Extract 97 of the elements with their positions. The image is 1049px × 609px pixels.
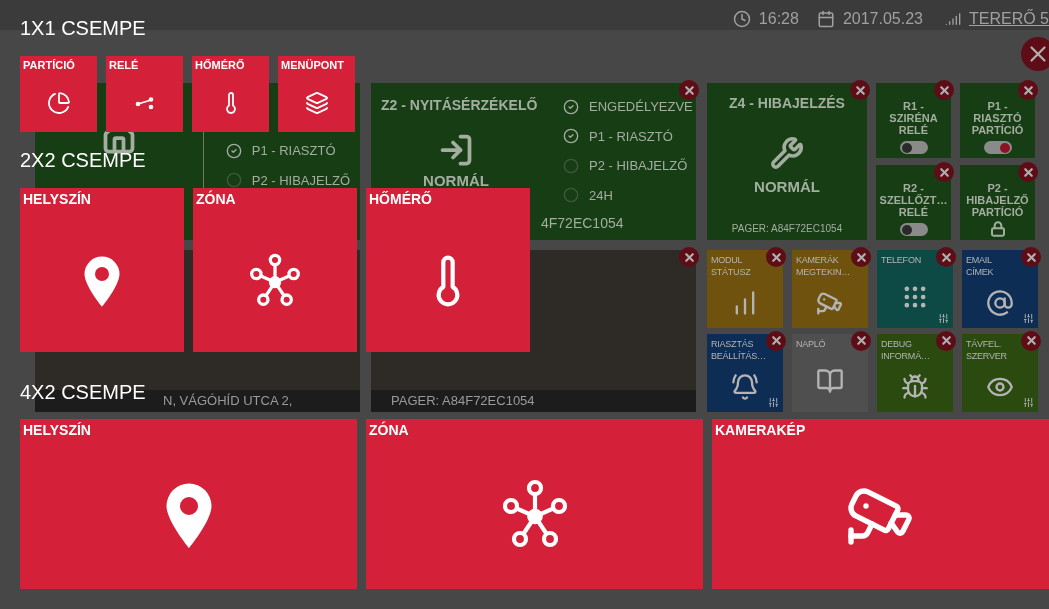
close-button[interactable]: [1021, 37, 1049, 71]
close-icon: [1024, 334, 1038, 347]
remove-button[interactable]: [851, 247, 871, 267]
menu-tile[interactable]: NAPLÓ: [792, 333, 868, 412]
at-sign-icon: [986, 289, 1014, 317]
menu-tile[interactable]: TÁVFEL. SZERVER: [962, 333, 1038, 412]
camera-caption: N, VÁGÓHÍD UTCA 2,: [163, 392, 293, 411]
flag-label: ENGEDÉLYEZVE: [589, 98, 693, 116]
remove-button[interactable]: [934, 80, 954, 100]
close-icon: [853, 83, 867, 97]
camera-caption: PAGER: A84F72EC1054: [391, 392, 535, 411]
menu-tile[interactable]: EMAIL CÍMEK: [962, 250, 1038, 328]
menu-tile[interactable]: RIASZTÁS BEÁLLÍTÁS…: [707, 333, 783, 412]
close-icon: [1021, 83, 1035, 97]
pager-id: PAGER: A84F72EC1054: [731, 222, 843, 236]
flag-label: P2 - HIBAJELZŐ: [251, 171, 350, 190]
close-icon: [939, 250, 953, 264]
remove-button[interactable]: [679, 247, 699, 267]
network-icon: [247, 253, 303, 309]
control-title: R1 - SZIRÉNA RELÉ: [888, 100, 939, 137]
clock-icon: [732, 10, 751, 28]
section-heading: 4X2 CSEMPE: [20, 380, 146, 404]
zone-title: Z4 - HIBAJELZÉS: [729, 94, 845, 113]
close-icon: [937, 165, 951, 179]
close-icon: [682, 83, 696, 97]
pager-id: 4F72EC1054: [541, 214, 624, 233]
clock-time: 16:28: [758, 9, 799, 29]
remove-button[interactable]: [1018, 162, 1038, 182]
toggle-switch[interactable]: [899, 141, 928, 154]
user-link[interactable]: TERERŐ 5: [969, 7, 1049, 31]
close-icon: [769, 334, 783, 347]
menu-tile-title: KAMERÁK MEGTEKIN…: [796, 254, 850, 278]
remove-button[interactable]: [679, 80, 699, 100]
tile-option[interactable]: HŐMÉRŐ: [192, 56, 269, 132]
flag-label: 24H: [589, 186, 613, 205]
tile-option[interactable]: ZÓNA: [193, 188, 357, 352]
remove-button[interactable]: [934, 162, 954, 182]
close-icon: [769, 250, 783, 264]
remove-button[interactable]: [1021, 247, 1041, 267]
menu-tile-title: EMAIL CÍMEK: [966, 254, 995, 278]
remove-button[interactable]: [936, 247, 956, 267]
menu-tile[interactable]: KAMERÁK MEGTEKIN…: [792, 250, 868, 328]
close-icon: [854, 250, 868, 264]
calendar-icon: [816, 10, 835, 28]
tile-option[interactable]: PARTÍCIÓ: [20, 56, 97, 132]
section-heading: 2X2 CSEMPE: [20, 148, 146, 172]
remove-button[interactable]: [766, 247, 786, 267]
close-icon: [1021, 165, 1035, 179]
remove-button[interactable]: [1021, 330, 1041, 351]
remove-button[interactable]: [851, 330, 871, 351]
tile-option[interactable]: HELYSZÍN: [20, 188, 184, 352]
flag-label: P1 - RIASZTÓ: [589, 127, 673, 146]
bell-icon: [731, 372, 759, 401]
tile-option[interactable]: RELÉ: [106, 56, 183, 132]
menu-tile[interactable]: TELEFON: [877, 250, 953, 328]
close-icon: [854, 334, 868, 347]
remove-button[interactable]: [850, 80, 870, 100]
menu-tile-title: TELEFON: [881, 254, 922, 266]
tile-option[interactable]: KAMERAKÉP: [712, 419, 1049, 589]
zone-title: Z2 - NYITÁSÉRZÉKELŐ: [381, 97, 538, 113]
tile-option[interactable]: HŐMÉRŐ: [366, 188, 530, 352]
menu-tile-title: NAPLÓ: [796, 337, 827, 350]
toggle-switch[interactable]: [983, 141, 1012, 154]
remove-button[interactable]: [1018, 80, 1038, 100]
tile-option[interactable]: HELYSZÍN: [20, 419, 357, 589]
close-icon: [682, 250, 696, 264]
lock-icon: [989, 221, 1006, 237]
book-icon: [816, 366, 844, 395]
toggle-switch[interactable]: [899, 223, 928, 236]
zone-state: NORMÁL: [754, 177, 820, 198]
bug-icon: [901, 372, 929, 401]
menu-tile-title: TÁVFEL. SZERVER: [966, 337, 1008, 362]
close-icon: [939, 334, 953, 347]
close-icon: [1024, 250, 1038, 264]
flag-label: P1 - RIASZTÓ: [251, 142, 336, 160]
close-icon: [937, 83, 951, 97]
signal-icon: [945, 11, 961, 27]
wrench-icon: [770, 136, 804, 171]
menu-tile-title: MODUL STÁTUSZ: [711, 254, 752, 278]
tile-option[interactable]: MENÜPONT: [278, 56, 355, 132]
zone-state: NORMÁL: [423, 170, 489, 191]
menu-tile[interactable]: DEBUG INFORMÁ…: [877, 333, 953, 412]
control-title: R2 - SZELLŐZT… RELÉ: [878, 182, 949, 219]
pie-chart-icon: [46, 90, 71, 115]
menu-tile[interactable]: MODUL STÁTUSZ: [707, 250, 783, 328]
security-camera-icon: [816, 289, 844, 317]
flag-label: P2 - HIBAJELZŐ: [589, 157, 688, 175]
control-title: P2 - HIBAJELZŐ PARTÍCIÓ: [965, 182, 1030, 219]
control-title: P1 - RIASZTÓ PARTÍCIÓ: [970, 100, 1025, 137]
menu-tile-title: RIASZTÁS BEÁLLÍTÁS…: [711, 337, 765, 362]
section-heading: 1X1 CSEMPE: [20, 16, 146, 40]
menu-tile-title: DEBUG INFORMÁ…: [881, 337, 931, 362]
current-date: 2017.05.23: [842, 9, 923, 29]
tile-option[interactable]: ZÓNA: [366, 419, 703, 589]
remove-button[interactable]: [936, 330, 956, 351]
layers-icon: [304, 90, 329, 115]
remove-button[interactable]: [766, 330, 786, 351]
